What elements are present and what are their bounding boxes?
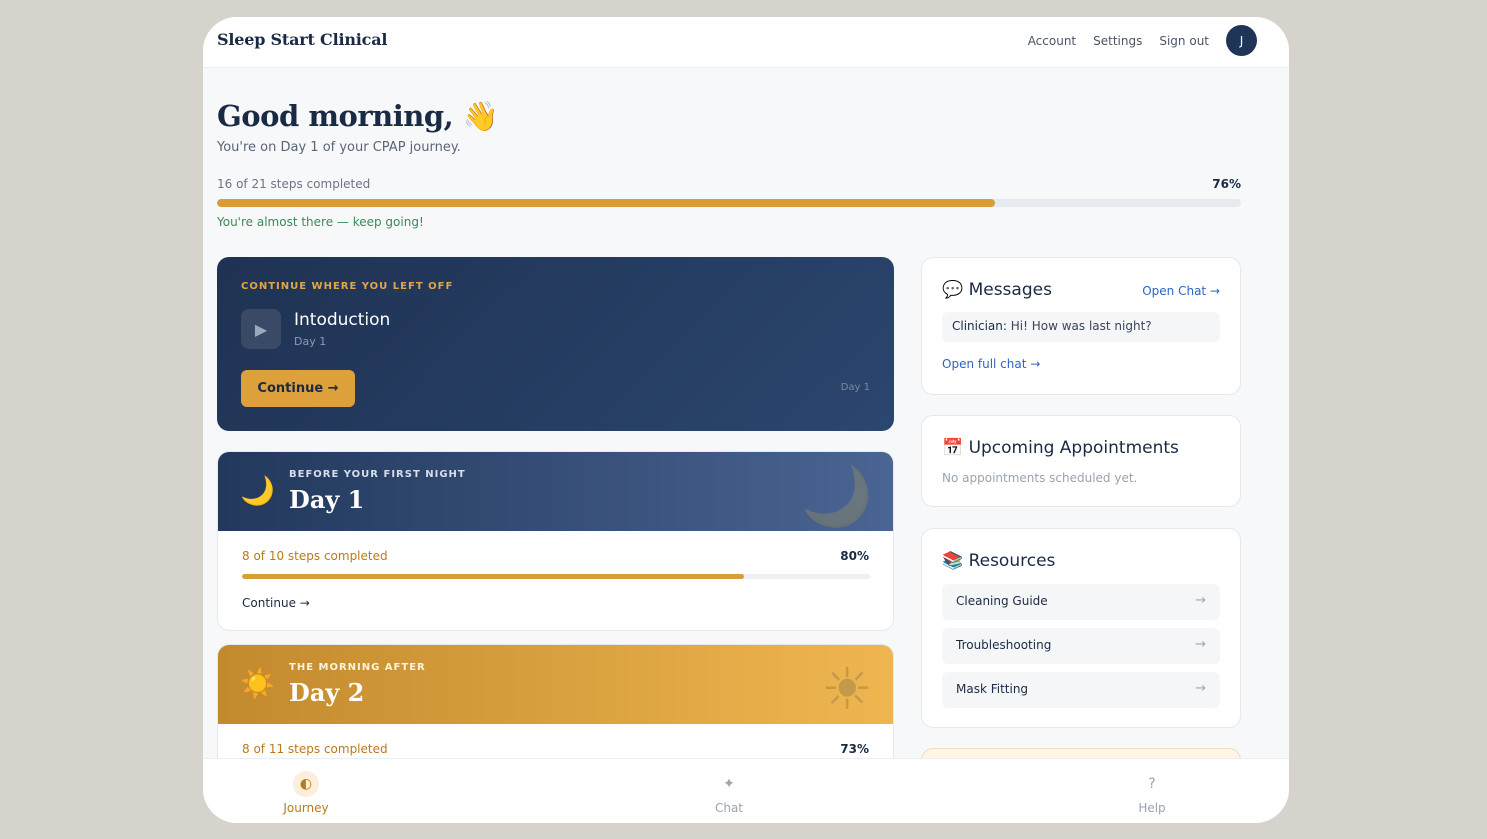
open-chat-link[interactable]: Open Chat → (1142, 284, 1220, 298)
day-progress-label: 8 of 10 steps completed (242, 549, 388, 563)
arrow-right-icon: → (1195, 637, 1206, 652)
resource-item-label: Troubleshooting (956, 638, 1052, 652)
overall-progress-bar (217, 199, 1241, 207)
messages-panel: 💬 Messages Open Chat → Clinician: Hi! Ho… (921, 257, 1241, 395)
day-card-title: Day 2 (289, 678, 365, 707)
tab-help[interactable]: ? Help (1112, 771, 1192, 815)
continue-button[interactable]: Continue → (241, 370, 355, 407)
appointments-panel: 📅 Upcoming Appointments No appointments … (921, 415, 1241, 507)
continue-card-day: Day 1 (840, 382, 870, 393)
day-progress-percent: 80% (840, 549, 869, 563)
day-progress-fill (242, 574, 745, 579)
progress-encouragement: You're almost there — keep going! (217, 215, 424, 229)
overall-progress-fill (217, 199, 996, 207)
top-bar: Sleep Start Clinical Account Settings Si… (203, 17, 1289, 68)
continue-card-title: Intoduction (294, 310, 391, 330)
page-subtitle: You're on Day 1 of your CPAP journey. (217, 140, 461, 155)
resources-panel: 📚 Resources Cleaning Guide → Troubleshoo… (921, 528, 1241, 728)
journey-icon: ◐ (293, 771, 319, 797)
top-nav: Account Settings Sign out J (1028, 25, 1257, 56)
sun-icon: ☀️ (240, 667, 275, 700)
day-progress-percent: 73% (840, 742, 869, 756)
messages-title: 💬 Messages (942, 280, 1052, 300)
bottom-tab-bar: ◐ Journey ✦ Chat ? Help (203, 758, 1289, 823)
continue-card: CONTINUE WHERE YOU LEFT OFF ▶ Intoductio… (217, 257, 894, 431)
resource-item-label: Cleaning Guide (956, 594, 1048, 608)
overall-progress-label: 16 of 21 steps completed (217, 177, 371, 191)
resource-item-troubleshooting[interactable]: Troubleshooting → (942, 628, 1220, 664)
chat-icon: ✦ (723, 776, 735, 792)
play-icon[interactable]: ▶ (241, 309, 281, 349)
arrow-right-icon: → (1195, 681, 1206, 696)
tab-label: Help (1138, 801, 1166, 815)
open-full-chat-link[interactable]: Open full chat → (942, 357, 1040, 371)
resource-item-mask-fitting[interactable]: Mask Fitting → (942, 672, 1220, 708)
resource-item-label: Mask Fitting (956, 682, 1029, 696)
day-card-eyebrow: THE MORNING AFTER (289, 662, 426, 673)
avatar[interactable]: J (1226, 25, 1257, 56)
day-card-eyebrow: BEFORE YOUR FIRST NIGHT (289, 469, 466, 480)
tab-label: Chat (714, 801, 744, 815)
arrow-right-icon: → (1195, 593, 1206, 608)
message-text: Hi! How was last night? (1006, 319, 1152, 333)
resource-item-cleaning-guide[interactable]: Cleaning Guide → (942, 584, 1220, 620)
tab-journey[interactable]: ◐ Journey (266, 771, 346, 815)
app-window: Sleep Start Clinical Account Settings Si… (203, 17, 1289, 823)
moon-decoration-icon: 🌙 (800, 462, 873, 530)
tab-label: Journey (283, 801, 329, 815)
day-card-1[interactable]: 🌙 BEFORE YOUR FIRST NIGHT Day 1 🌙 8 of 1… (217, 451, 894, 631)
day-continue-link[interactable]: Continue → (242, 596, 310, 610)
nav-account-link[interactable]: Account (1028, 34, 1076, 48)
nav-settings-link[interactable]: Settings (1093, 34, 1142, 48)
sun-decoration-icon: ☀ (821, 655, 873, 723)
appointments-empty-state: No appointments scheduled yet. (942, 471, 1138, 485)
page-title: Good morning, 👋 (217, 99, 499, 133)
day-card-title: Day 1 (289, 485, 365, 514)
day-progress-label: 8 of 11 steps completed (242, 742, 388, 756)
resources-title: 📚 Resources (942, 551, 1056, 571)
day-card-header: ☀️ THE MORNING AFTER Day 2 ☀ (218, 645, 893, 724)
tab-chat[interactable]: ✦ Chat (689, 771, 769, 815)
overall-progress-percent: 76% (1212, 177, 1241, 191)
brand-logo[interactable]: Sleep Start Clinical (217, 30, 387, 49)
moon-icon: 🌙 (240, 474, 275, 507)
message-preview[interactable]: Clinician: Hi! How was last night? (942, 312, 1220, 342)
help-icon: ? (1148, 776, 1156, 792)
continue-card-eyebrow: CONTINUE WHERE YOU LEFT OFF (241, 281, 454, 292)
message-sender: Clinician: (952, 319, 1007, 333)
day-progress-bar (242, 574, 870, 579)
continue-card-subtitle: Day 1 (294, 335, 327, 348)
nav-sign-out-link[interactable]: Sign out (1159, 34, 1209, 48)
day-card-header: 🌙 BEFORE YOUR FIRST NIGHT Day 1 🌙 (218, 452, 893, 531)
appointments-title: 📅 Upcoming Appointments (942, 438, 1179, 458)
